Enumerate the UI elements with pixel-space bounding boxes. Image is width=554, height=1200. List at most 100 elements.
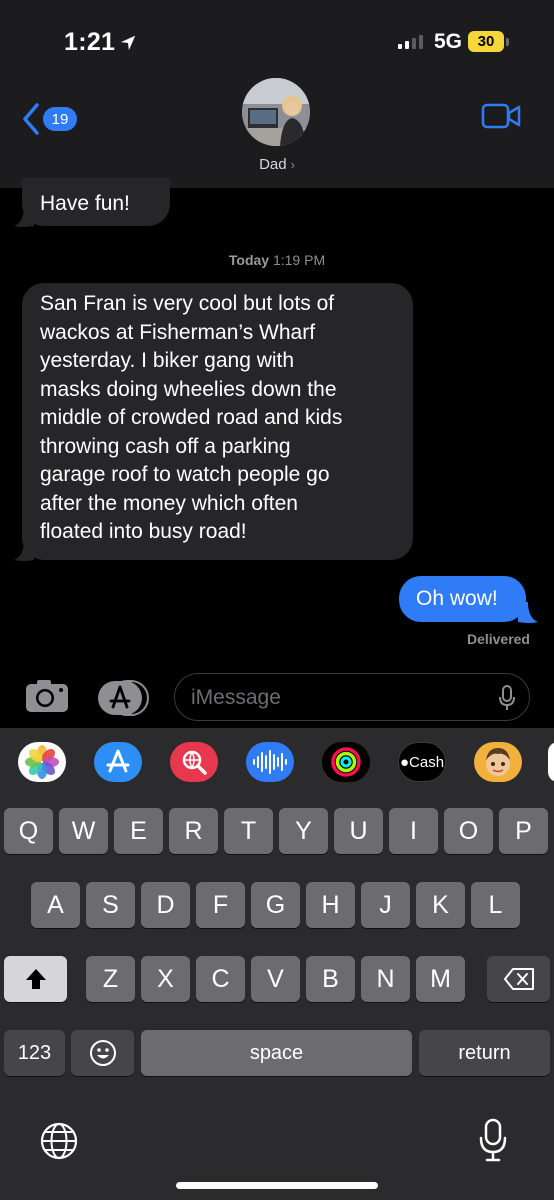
key-a[interactable]: A [31, 882, 80, 928]
chevron-right-icon: › [290, 157, 295, 172]
key-y[interactable]: Y [279, 808, 328, 854]
apple-cash-icon[interactable]: ● Cash [398, 742, 446, 782]
avatar[interactable] [242, 78, 310, 146]
memoji-face-glyph [486, 748, 510, 776]
battery-icon: 30 [468, 31, 504, 52]
location-arrow-icon [121, 35, 136, 50]
message-text: Oh wow! [416, 587, 498, 610]
key-b[interactable]: B [306, 956, 355, 1002]
cellular-signal-icon [398, 33, 423, 49]
key-p[interactable]: P [499, 808, 548, 854]
status-time-text: 1:21 [64, 28, 116, 56]
globe-search-glyph [182, 750, 207, 775]
battery-level: 30 [477, 33, 495, 50]
cash-label: Cash [409, 753, 445, 771]
key-e[interactable]: E [114, 808, 163, 854]
outgoing-message-bubble[interactable]: Oh wow! [399, 576, 526, 622]
camera-icon[interactable] [24, 678, 70, 714]
memoji-icon[interactable] [474, 742, 522, 782]
apple-logo-icon: ● [399, 753, 410, 771]
chevron-left-icon [23, 103, 39, 135]
activity-rings-glyph [331, 747, 361, 777]
key-k[interactable]: K [416, 882, 465, 928]
imessage-input-container[interactable] [174, 673, 530, 721]
contact-photo [242, 78, 310, 146]
delete-key[interactable] [487, 956, 550, 1002]
message-line: after the money which often [40, 491, 298, 515]
message-line: throwing cash off a parking [40, 434, 291, 458]
unread-count-badge: 19 [43, 107, 77, 131]
key-z[interactable]: Z [86, 956, 135, 1002]
key-q[interactable]: Q [4, 808, 53, 854]
message-line: middle of crowded road and kids [40, 406, 343, 429]
key-i[interactable]: I [389, 808, 438, 854]
key-g[interactable]: G [251, 882, 300, 928]
app-store-apps-icon[interactable] [98, 680, 150, 716]
space-key[interactable]: space [141, 1030, 412, 1076]
key-v[interactable]: V [251, 956, 300, 1002]
facetime-video-icon[interactable] [481, 102, 521, 130]
bubble-tail [14, 540, 34, 561]
imessage-app-drawer: ● Cash [0, 728, 554, 798]
key-n[interactable]: N [361, 956, 410, 1002]
dictation-mic-icon[interactable] [499, 685, 515, 711]
emoji-icon [89, 1040, 116, 1066]
numbers-key[interactable]: 123 [4, 1030, 65, 1076]
app-store-icon[interactable] [94, 742, 142, 782]
bubble-tail [14, 206, 34, 227]
app-store-glyph [106, 749, 130, 773]
key-x[interactable]: X [141, 956, 190, 1002]
network-type: 5G [434, 30, 463, 53]
incoming-message-bubble[interactable]: San Fran is very cool but lots of wackos… [22, 283, 413, 560]
photos-flower-icon [25, 745, 59, 779]
delivery-status: Delivered [466, 631, 530, 647]
key-c[interactable]: C [196, 956, 245, 1002]
bubble-tail [518, 602, 538, 623]
dictation-mic-icon[interactable] [478, 1118, 508, 1164]
conversation-header: 1:21 5G 30 19 Dad › [0, 0, 554, 188]
key-h[interactable]: H [306, 882, 355, 928]
more-apps-icon[interactable] [548, 742, 554, 782]
message-text: Have fun! [40, 192, 130, 215]
message-line: masks doing wheelies down the [40, 377, 337, 401]
message-line: yesterday. I biker gang with [40, 349, 295, 372]
shift-key[interactable] [4, 956, 67, 1002]
message-timestamp: Today 1:19 PM [0, 252, 554, 268]
message-line: wackos at Fisherman’s Wharf [40, 320, 316, 344]
message-line: garage roof to watch people go [40, 463, 330, 486]
key-j[interactable]: J [361, 882, 410, 928]
home-indicator[interactable] [176, 1182, 378, 1189]
return-key[interactable]: return [419, 1030, 550, 1076]
key-u[interactable]: U [334, 808, 383, 854]
backspace-icon [503, 968, 534, 990]
message-input[interactable] [191, 684, 481, 712]
contact-name-text: Dad [259, 156, 287, 173]
key-s[interactable]: S [86, 882, 135, 928]
timestamp-time: 1:19 PM [272, 252, 326, 268]
key-l[interactable]: L [471, 882, 520, 928]
back-button[interactable]: 19 [22, 102, 77, 136]
key-f[interactable]: F [196, 882, 245, 928]
key-d[interactable]: D [141, 882, 190, 928]
key-r[interactable]: R [169, 808, 218, 854]
incoming-message-bubble[interactable]: Have fun! [22, 178, 170, 226]
message-line: floated into busy road! [40, 520, 247, 543]
battery-nub [506, 38, 509, 46]
photos-icon[interactable] [18, 742, 66, 782]
activity-icon[interactable] [322, 742, 370, 782]
globe-icon[interactable] [38, 1120, 80, 1162]
emoji-key[interactable] [71, 1030, 134, 1076]
key-w[interactable]: W [59, 808, 108, 854]
waveform-glyph [253, 750, 287, 774]
shift-arrow-icon [25, 969, 46, 989]
status-time: 1:21 [64, 28, 137, 57]
key-t[interactable]: T [224, 808, 273, 854]
message-line: San Fran is very cool but lots of [40, 292, 335, 315]
key-o[interactable]: O [444, 808, 493, 854]
contact-name[interactable]: Dad › [0, 156, 554, 173]
key-m[interactable]: M [416, 956, 465, 1002]
search-images-icon[interactable] [170, 742, 218, 782]
audio-message-icon[interactable] [246, 742, 294, 782]
timestamp-day: Today [228, 252, 270, 268]
keyboard: ● Cash Q W E R T Y U I O P A S D F G H J … [0, 728, 554, 1200]
